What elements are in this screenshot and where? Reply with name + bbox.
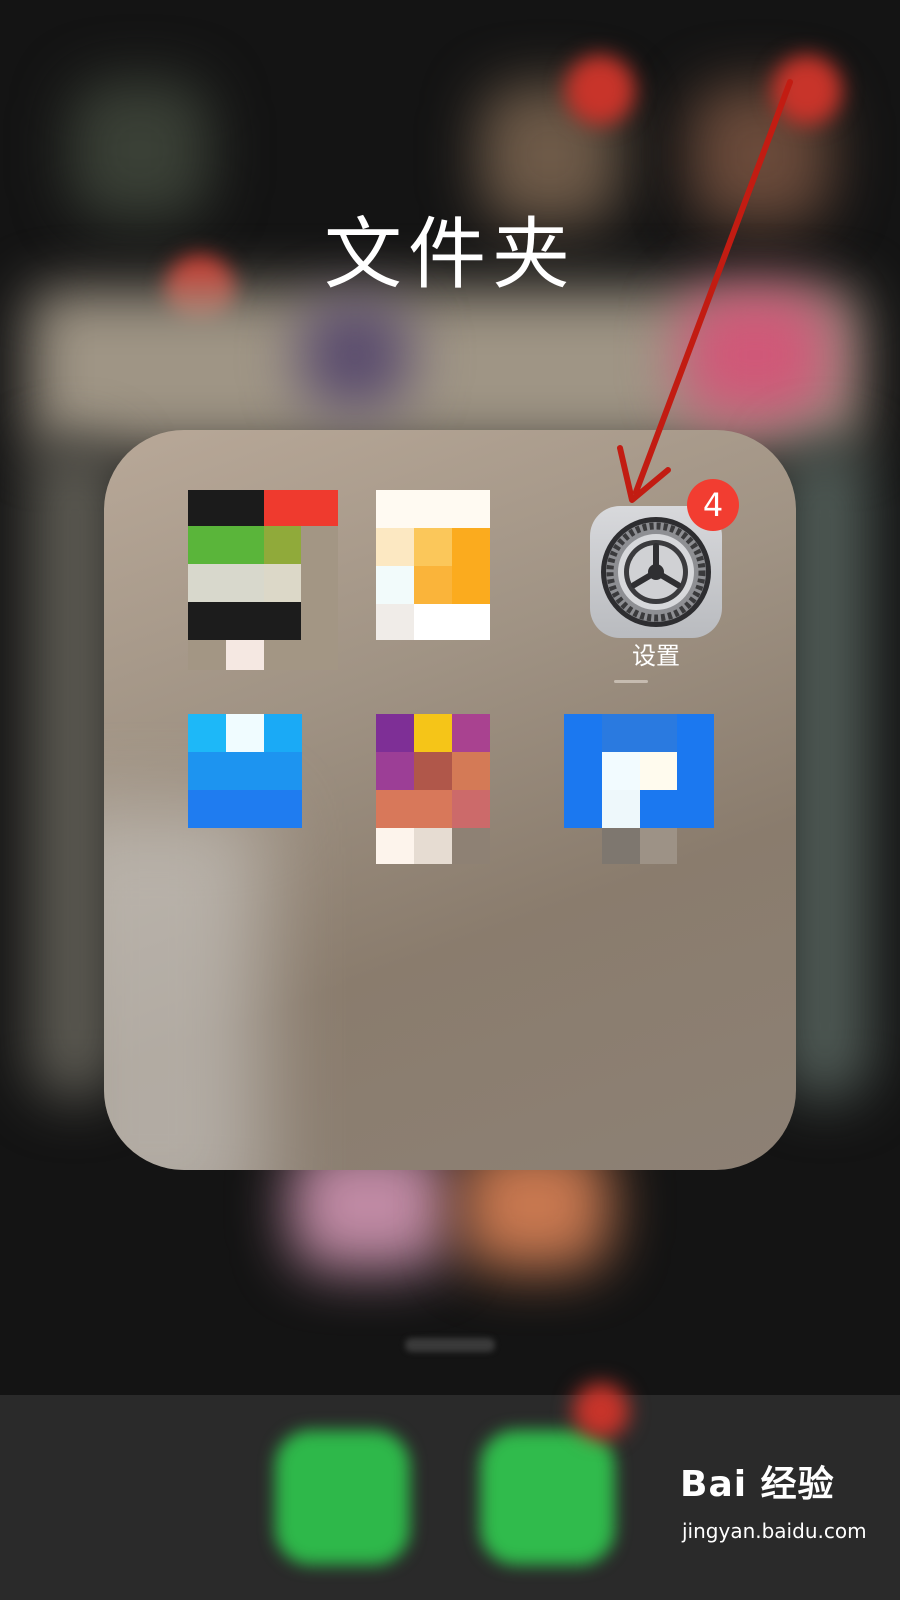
phone-icon[interactable] [275,1430,410,1565]
dock-notification-badge [573,1383,629,1439]
watermark-logo: Bai 经验 [680,1464,835,1505]
baidu-jingyan-watermark: Bai 经验 jingyan.baidu.com [680,1455,890,1575]
messages-icon[interactable] [480,1430,615,1565]
home-page-indicator [405,1338,495,1352]
watermark-url: jingyan.baidu.com [682,1519,867,1543]
red-arrow-annotation [617,79,793,503]
